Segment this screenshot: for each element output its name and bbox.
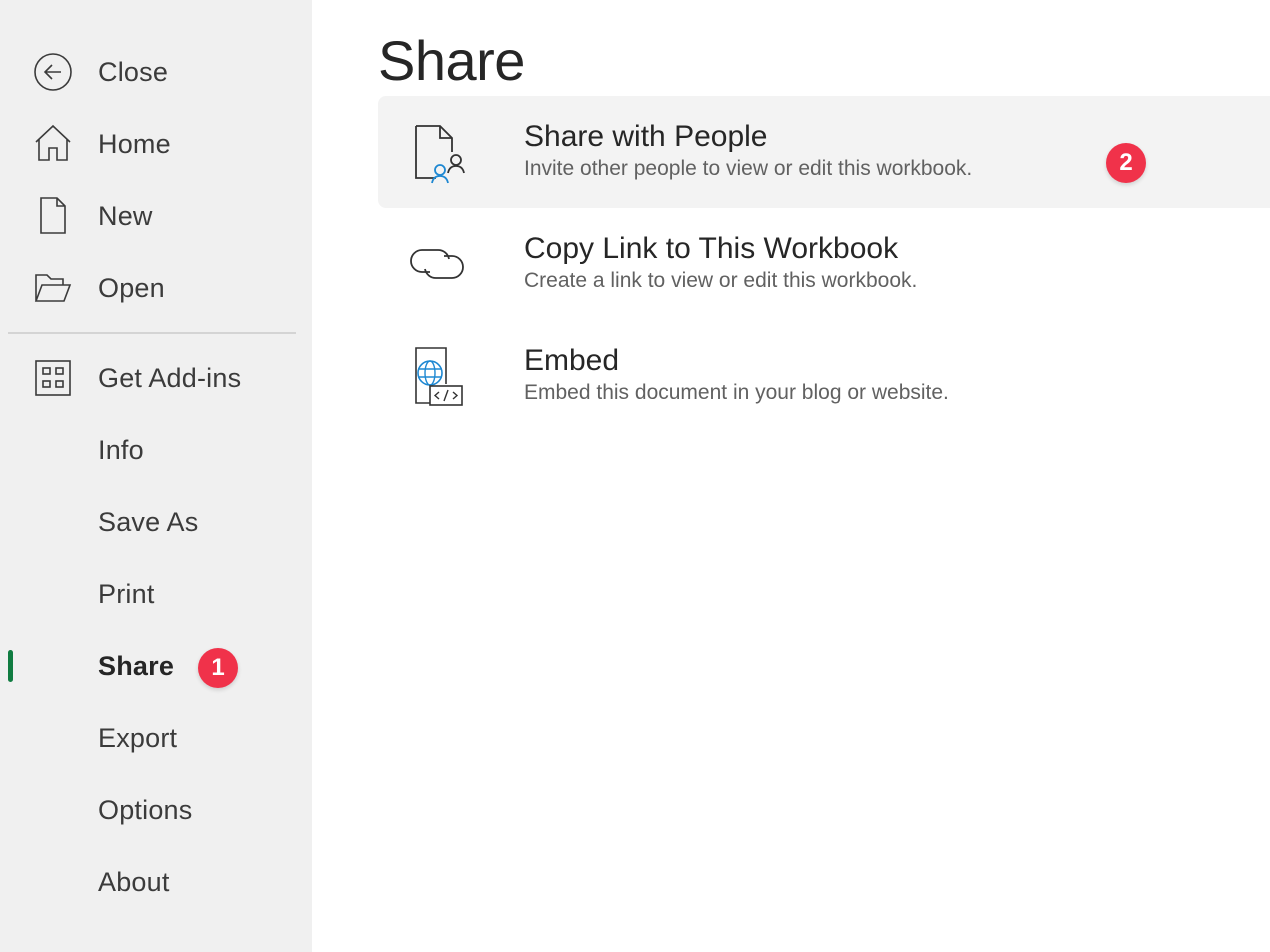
sidebar-item-label: Export	[98, 722, 178, 753]
sidebar-item-save-as[interactable]: Save As	[0, 492, 312, 552]
sidebar-divider	[8, 332, 296, 334]
share-panel: Share Share with People Invite other peo…	[312, 0, 1270, 952]
add-ins-grid-icon	[33, 358, 73, 398]
option-description: Embed this document in your blog or webs…	[524, 381, 949, 404]
sidebar-item-label: Info	[98, 434, 144, 465]
sidebar-item-print[interactable]: Print	[0, 564, 312, 624]
sidebar-item-open[interactable]: Open	[0, 258, 312, 318]
page-title: Share	[378, 29, 525, 92]
step-badge: 2	[1106, 143, 1146, 183]
share-people-document-icon	[406, 120, 470, 184]
option-description: Invite other people to view or edit this…	[524, 157, 973, 180]
embed-globe-code-icon	[406, 344, 470, 408]
new-document-icon	[33, 196, 73, 236]
sidebar-item-label: Save As	[98, 506, 199, 537]
option-title: Copy Link to This Workbook	[524, 232, 899, 265]
sidebar-item-get-add-ins[interactable]: Get Add-ins	[0, 348, 312, 408]
sidebar-item-label: Close	[98, 56, 169, 87]
sidebar-item-label: Share	[98, 650, 175, 681]
home-icon	[33, 124, 73, 164]
sidebar-item-label: About	[98, 866, 170, 897]
sidebar-item-label: Open	[98, 272, 165, 303]
backstage-sidebar: Close Home New Open Get Add-ins Info Sav…	[0, 0, 312, 952]
step-badge: 1	[198, 648, 238, 688]
sidebar-item-label: Options	[98, 794, 193, 825]
option-description: Create a link to view or edit this workb…	[524, 269, 918, 292]
back-arrow-circle-icon	[33, 52, 73, 92]
open-folder-icon	[33, 268, 73, 308]
embed-option[interactable]: Embed Embed this document in your blog o…	[378, 320, 1270, 432]
sidebar-item-label: Get Add-ins	[98, 362, 242, 393]
copy-link-option[interactable]: Copy Link to This Workbook Create a link…	[378, 208, 1270, 320]
sidebar-item-export[interactable]: Export	[0, 708, 312, 768]
sidebar-item-close[interactable]: Close	[0, 42, 312, 102]
sidebar-item-label: Home	[98, 128, 171, 159]
sidebar-item-label: Print	[98, 578, 155, 609]
active-indicator	[8, 650, 13, 682]
sidebar-item-home[interactable]: Home	[0, 114, 312, 174]
sidebar-item-about[interactable]: About	[0, 852, 312, 912]
sidebar-item-label: New	[98, 200, 153, 231]
option-title: Share with People	[524, 120, 768, 153]
sidebar-item-share[interactable]: Share 1	[0, 636, 312, 696]
sidebar-item-info[interactable]: Info	[0, 420, 312, 480]
option-title: Embed	[524, 344, 620, 377]
sidebar-item-new[interactable]: New	[0, 186, 312, 246]
share-with-people-option[interactable]: Share with People Invite other people to…	[378, 96, 1270, 208]
sidebar-item-options[interactable]: Options	[0, 780, 312, 840]
link-icon	[406, 232, 470, 296]
